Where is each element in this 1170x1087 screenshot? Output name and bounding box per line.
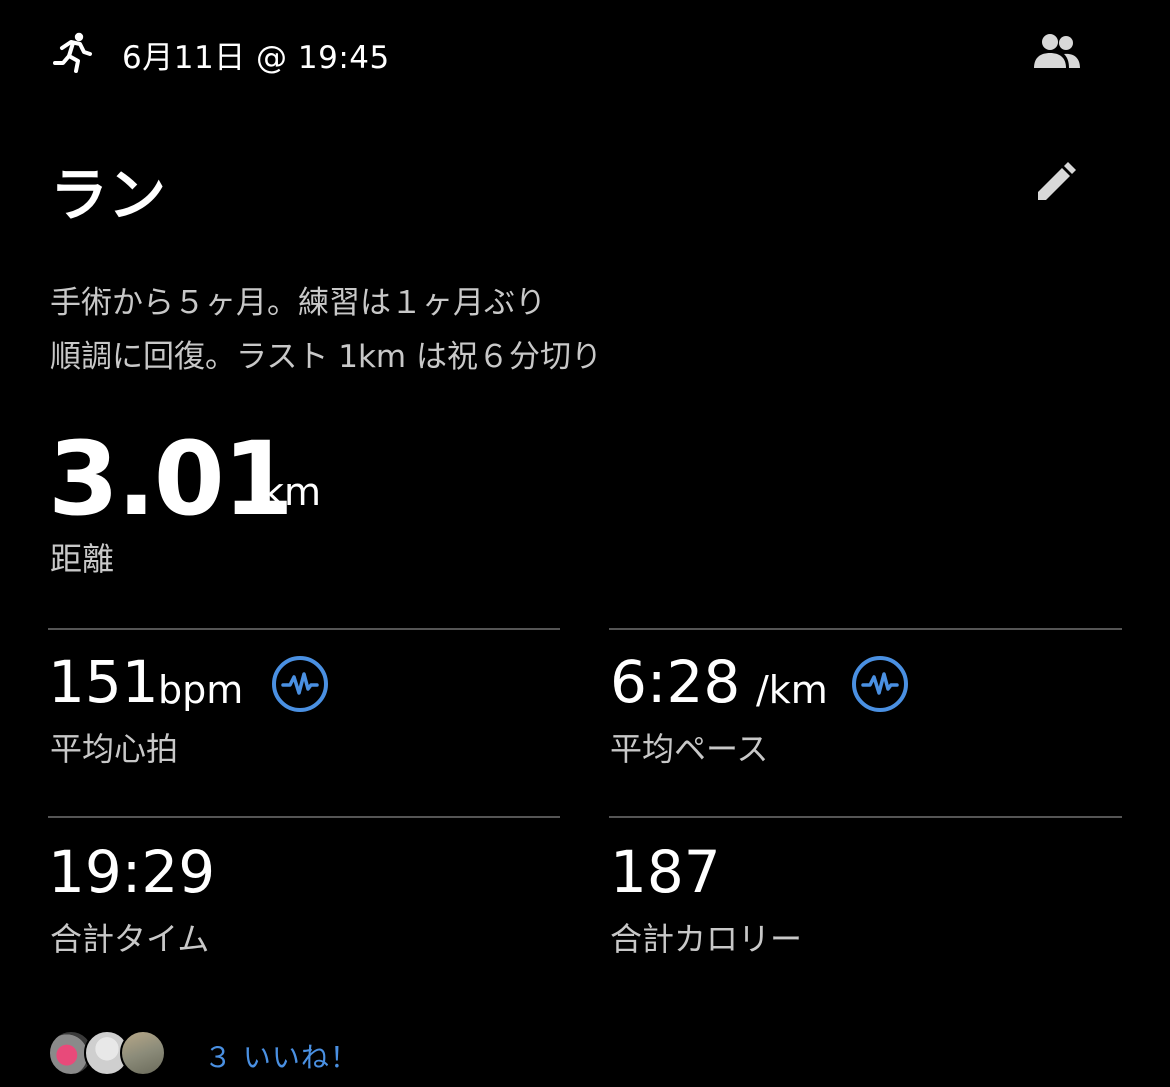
distance-label: 距離 xyxy=(50,540,115,578)
running-icon xyxy=(53,32,92,73)
activity-title: ラン xyxy=(50,161,167,229)
total-time-label: 合計タイム xyxy=(50,920,210,958)
likes-count-link[interactable]: ３ いいね！ xyxy=(204,1036,359,1076)
calories-label: 合計カロリー xyxy=(610,920,803,958)
description-line: 順調に回復。ラスト 1km は祝６分切り xyxy=(50,339,602,375)
distance-unit: km xyxy=(262,470,322,514)
pace-unit: /km xyxy=(756,668,828,712)
distance-value: 3.01 xyxy=(48,420,294,539)
pace-label: 平均ペース xyxy=(610,730,769,768)
pencil-icon[interactable] xyxy=(1032,160,1078,206)
divider xyxy=(609,628,1122,630)
header-bar: 6月11日 @ 19:45 xyxy=(50,28,1120,76)
liker-avatars[interactable] xyxy=(48,1030,168,1076)
activity-description: 手術から５ヶ月。練習は１ヶ月ぶり 順調に回復。ラスト 1km は祝６分切り xyxy=(50,276,602,384)
total-time-value: 19:29 xyxy=(48,838,216,906)
avatar xyxy=(120,1030,166,1076)
people-icon[interactable] xyxy=(1030,30,1084,74)
heart-rate-icon[interactable] xyxy=(850,654,910,714)
heart-rate-icon[interactable] xyxy=(270,654,330,714)
heart-rate-label: 平均心拍 xyxy=(50,730,179,768)
calories-value: 187 xyxy=(610,838,721,906)
activity-datetime: 6月11日 @ 19:45 xyxy=(122,40,390,76)
pace-value: 6:28 xyxy=(610,648,741,716)
heart-rate-unit: bpm xyxy=(158,668,244,712)
divider xyxy=(48,816,560,818)
divider xyxy=(609,816,1122,818)
description-line: 手術から５ヶ月。練習は１ヶ月ぶり xyxy=(50,285,546,321)
heart-rate-value: 151 xyxy=(48,648,159,716)
divider xyxy=(48,628,560,630)
activity-detail-page: 6月11日 @ 19:45 ラン 手術から５ヶ月。練習は１ヶ月ぶり 順調に回復。… xyxy=(0,0,1170,1087)
